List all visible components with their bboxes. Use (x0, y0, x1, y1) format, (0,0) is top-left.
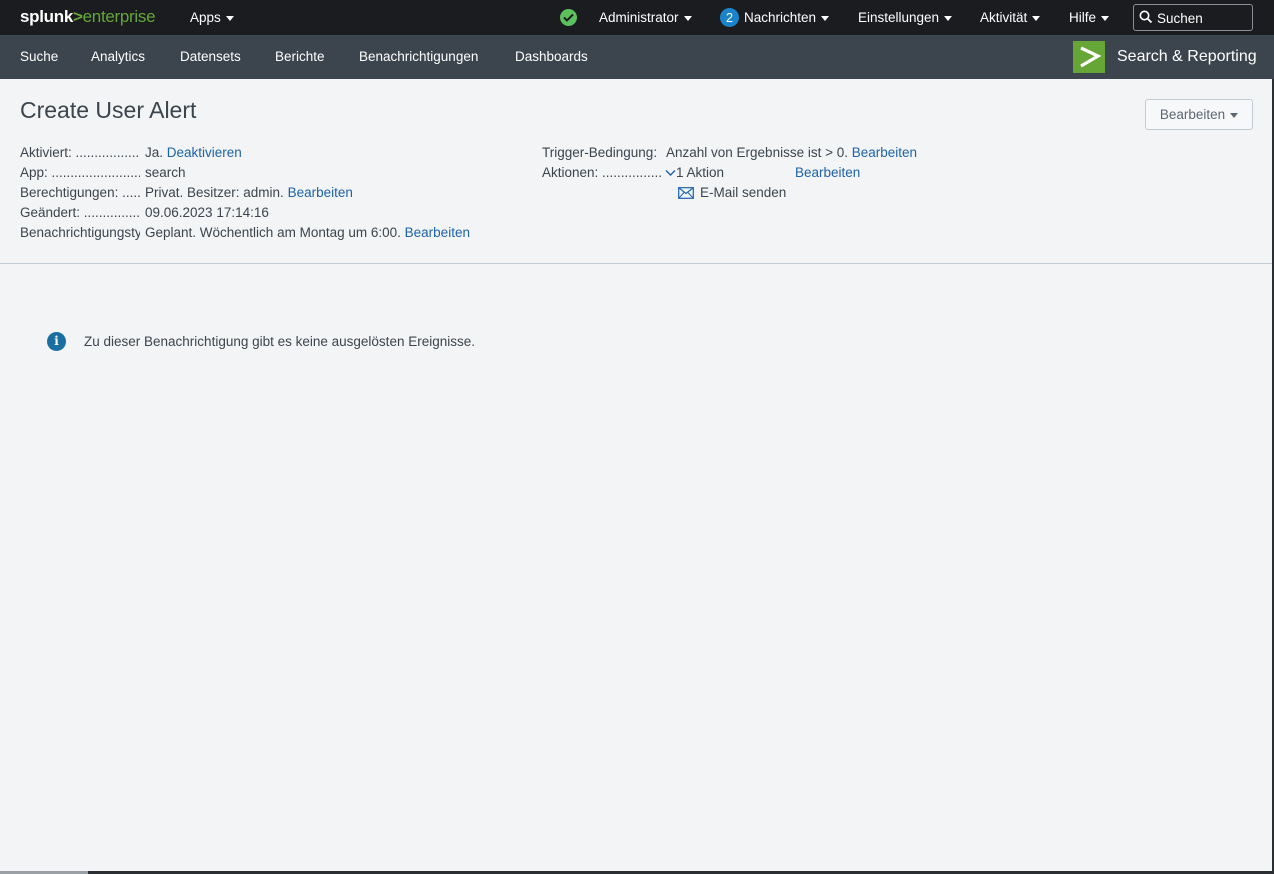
nav-berichte[interactable]: Berichte (275, 49, 325, 64)
mail-icon (678, 187, 694, 202)
help-label: Hilfe (1069, 10, 1097, 25)
search-icon (1139, 10, 1153, 27)
caret-down-icon (683, 15, 692, 21)
health-status-icon[interactable] (560, 9, 577, 26)
caret-down-icon (821, 15, 830, 21)
detail-row-alert-type: Benachrichtigungstyp Geplant. Wöchentlic… (20, 225, 540, 243)
disable-link[interactable]: Deaktivieren (167, 145, 242, 160)
settings-menu[interactable]: Einstellungen (858, 10, 953, 25)
caret-down-icon (225, 15, 234, 21)
no-events-message: Zu dieser Benachrichtigung gibt es keine… (84, 334, 475, 349)
nav-datensets[interactable]: Datensets (180, 49, 241, 64)
detail-value: Ja. (145, 145, 164, 160)
actions-count: 1 Aktion (676, 165, 725, 180)
caret-down-icon (944, 15, 953, 21)
detail-label: Berechtigungen: ..... (20, 185, 140, 200)
administrator-menu[interactable]: Administrator (599, 10, 692, 25)
apps-menu[interactable]: Apps (190, 10, 234, 25)
logo-enterprise-text: enterprise (82, 7, 156, 26)
actions-label: Aktionen: ................. (542, 165, 662, 180)
search-input[interactable] (1157, 9, 1249, 27)
edit-schedule-link[interactable]: Bearbeiten (405, 225, 470, 240)
detail-label: Aktiviert: ................... (20, 145, 140, 160)
nav-dashboards[interactable]: Dashboards (515, 49, 588, 64)
detail-row-actions: Aktionen: ................. 1 Aktion Bea… (542, 165, 1042, 183)
caret-down-icon (1230, 112, 1239, 118)
detail-value: 09.06.2023 17:14:16 (145, 205, 269, 220)
action-email-label: E-Mail senden (700, 185, 787, 200)
detail-value: Privat. Besitzer: admin. (145, 185, 284, 200)
nav-analytics[interactable]: Analytics (91, 49, 145, 64)
trigger-value: Anzahl von Ergebnisse ist > 0. (666, 145, 848, 160)
detail-value: Geplant. Wöchentlich am Montag um 6:00. (145, 225, 401, 240)
splunk-logo[interactable]: splunk>enterprise (20, 7, 156, 27)
messages-label: Nachrichten (744, 10, 817, 25)
detail-label: App: ........................... (20, 165, 140, 180)
edit-actions-link[interactable]: Bearbeiten (795, 165, 860, 180)
detail-row-permissions: Berechtigungen: ..... Privat. Besitzer: … (20, 185, 540, 203)
logo-splunk-text: splunk (20, 7, 73, 26)
activity-menu[interactable]: Aktivität (980, 10, 1041, 25)
apps-menu-label: Apps (190, 10, 221, 25)
detail-row-modified: Geändert: ................. 09.06.2023 1… (20, 205, 540, 223)
detail-label: Benachrichtigungstyp (20, 225, 140, 240)
global-search[interactable] (1133, 4, 1253, 31)
detail-value: search (145, 165, 186, 180)
nav-suche[interactable]: Suche (20, 49, 58, 64)
help-menu[interactable]: Hilfe (1069, 10, 1110, 25)
messages-menu[interactable]: Nachrichten (744, 10, 830, 25)
caret-down-icon (1032, 15, 1041, 21)
action-item-email: E-Mail senden (678, 185, 878, 203)
detail-label: Geändert: ................. (20, 205, 140, 220)
messages-count-badge[interactable]: 2 (720, 8, 739, 27)
app-logo-icon[interactable] (1073, 41, 1105, 73)
detail-row-enabled: Aktiviert: ................... Ja. Deakt… (20, 145, 540, 163)
page-title: Create User Alert (20, 97, 197, 123)
logo-chevron: > (73, 7, 83, 26)
activity-label: Aktivität (980, 10, 1028, 25)
chevron-down-icon (665, 165, 676, 180)
edit-button-label: Bearbeiten (1159, 107, 1226, 122)
detail-row-app: App: ........................... search (20, 165, 540, 183)
edit-trigger-link[interactable]: Bearbeiten (852, 145, 917, 160)
app-title[interactable]: Search & Reporting (1117, 48, 1257, 66)
top-bar: splunk>enterprise Apps Administrator 2 N… (0, 0, 1274, 35)
nav-benachrichtigungen[interactable]: Benachrichtigungen (359, 49, 478, 64)
edit-button[interactable]: Bearbeiten (1145, 99, 1253, 130)
administrator-label: Administrator (599, 10, 679, 25)
section-divider (0, 263, 1274, 264)
info-icon: i (47, 332, 66, 351)
edit-permissions-link[interactable]: Bearbeiten (288, 185, 353, 200)
trigger-label: Trigger-Bedingung: (542, 145, 658, 160)
detail-row-trigger: Trigger-Bedingung: Anzahl von Ergebnisse… (542, 145, 1042, 163)
settings-label: Einstellungen (858, 10, 940, 25)
caret-down-icon (1101, 15, 1110, 21)
actions-toggle[interactable]: 1 Aktion (665, 165, 724, 180)
